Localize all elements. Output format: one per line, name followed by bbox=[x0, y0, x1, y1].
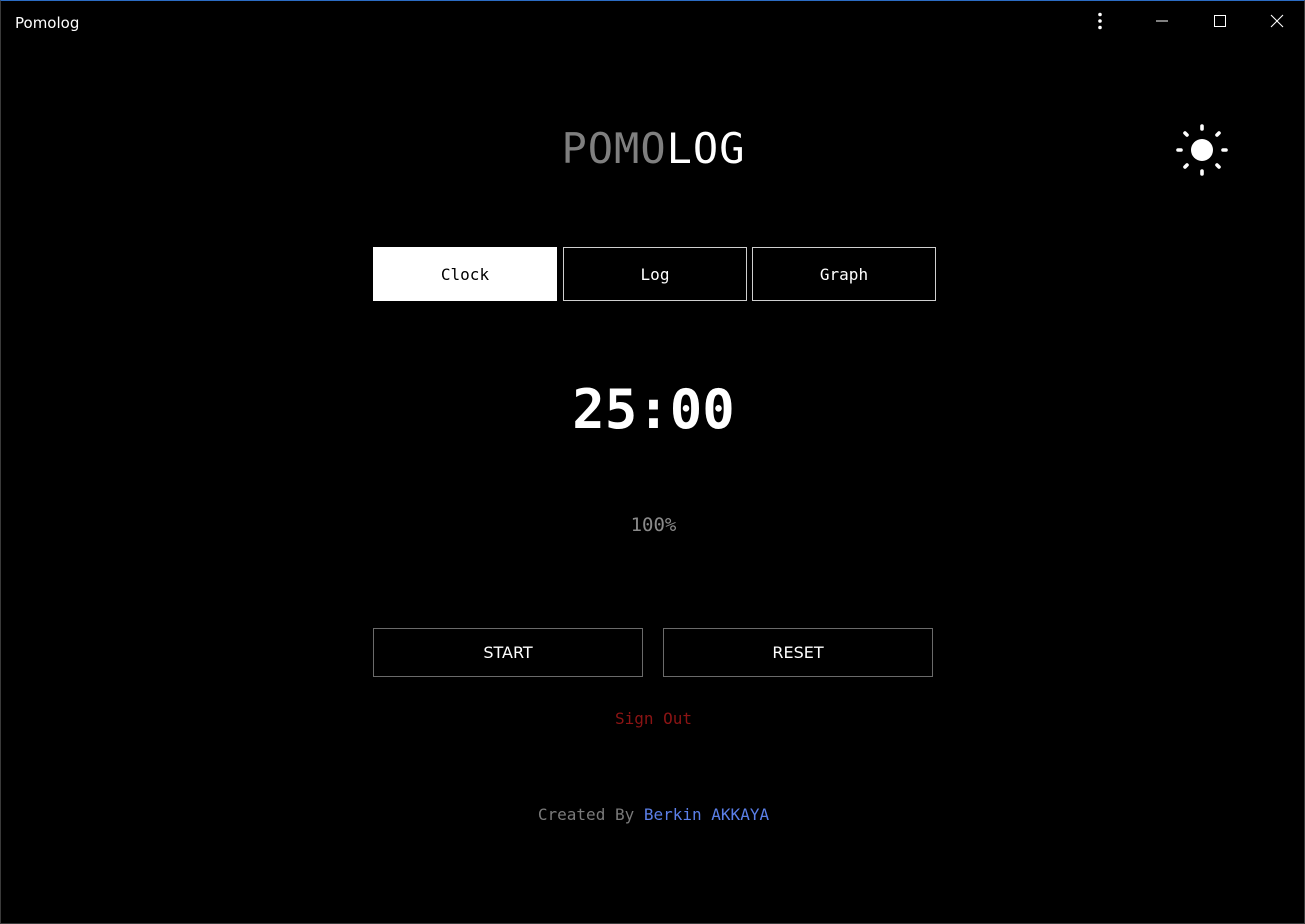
more-vertical-icon bbox=[1098, 12, 1102, 30]
minimize-icon bbox=[1156, 20, 1168, 22]
close-button[interactable] bbox=[1248, 1, 1305, 41]
tab-clock[interactable]: Clock bbox=[373, 247, 557, 301]
logo-part-log: LOG bbox=[666, 124, 746, 173]
window-title: Pomolog bbox=[15, 14, 80, 32]
reset-button[interactable]: RESET bbox=[663, 628, 933, 677]
timer-display: 25:00 bbox=[572, 378, 735, 441]
close-icon bbox=[1270, 14, 1284, 28]
tab-graph[interactable]: Graph bbox=[752, 247, 936, 301]
more-options-button[interactable] bbox=[1071, 1, 1129, 41]
logo-part-pomo: POMO bbox=[561, 124, 667, 173]
start-button[interactable]: START bbox=[373, 628, 643, 677]
tab-log[interactable]: Log bbox=[563, 247, 747, 301]
maximize-icon bbox=[1214, 15, 1226, 27]
sun-icon bbox=[1176, 124, 1228, 176]
minimize-button[interactable] bbox=[1133, 1, 1191, 41]
progress-percent: 100% bbox=[630, 514, 677, 536]
app-logo: POMOLOG bbox=[1, 121, 1305, 177]
maximize-button[interactable] bbox=[1191, 1, 1249, 41]
footer-prefix: Created By bbox=[537, 805, 635, 824]
theme-toggle-button[interactable] bbox=[1175, 123, 1229, 177]
author-link[interactable]: Berkin AKKAYA bbox=[644, 805, 769, 824]
title-bar: Pomolog bbox=[1, 1, 1304, 43]
app-window: Pomolog POMOLOG Clock Log Graph 25:00 10… bbox=[0, 0, 1305, 924]
sign-out-link[interactable]: Sign Out bbox=[1, 709, 1305, 728]
footer-credit: Created By Berkin AKKAYA bbox=[1, 805, 1305, 824]
